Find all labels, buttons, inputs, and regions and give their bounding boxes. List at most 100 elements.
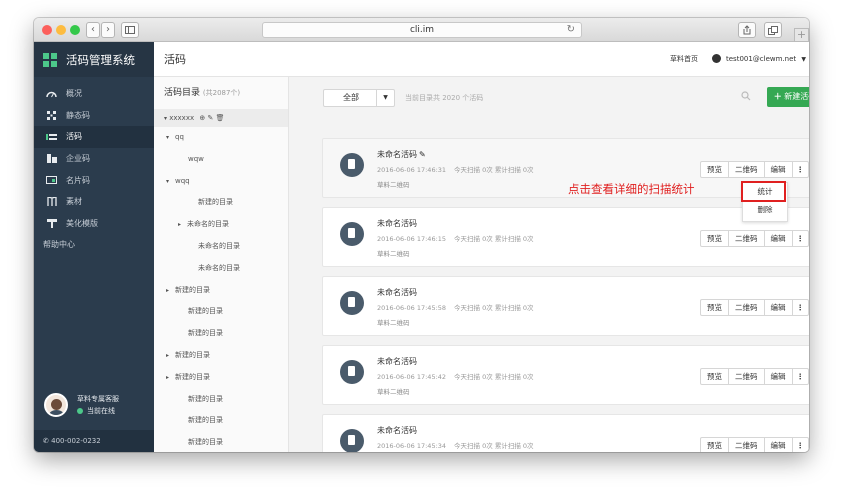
tabs-icon[interactable] — [764, 22, 782, 38]
caret-right-icon[interactable]: ▸ — [166, 352, 169, 359]
qrcode-button[interactable]: 二维码 — [729, 162, 765, 177]
minimize-window-button[interactable] — [56, 25, 66, 35]
directory-item[interactable]: ▸ 新建的目录 — [154, 345, 288, 367]
directory-item[interactable]: 新建的目录 — [154, 301, 288, 323]
preview-button[interactable]: 预览 — [701, 162, 729, 177]
caret-right-icon[interactable]: ▸ — [166, 374, 169, 381]
directory-item-label: 新建的目录 — [188, 416, 223, 425]
card-name: 未命名活码 — [377, 150, 417, 159]
forward-icon[interactable]: › — [101, 22, 115, 38]
online-status-icon — [77, 408, 83, 414]
code-card[interactable]: 未命名活码 2016-06-06 17:45:58 今天扫描 0次 累计扫描 0次草… — [322, 276, 809, 336]
reload-icon[interactable]: ↻ — [567, 23, 575, 37]
preview-button[interactable]: 预览 — [701, 438, 729, 452]
code-card[interactable]: 未命名活码 2016-06-06 17:45:42 今天扫描 0次 累计扫描 0次草… — [322, 345, 809, 405]
sidebar-item-label: 美化模版 — [66, 218, 98, 228]
qrcode-button[interactable]: 二维码 — [729, 438, 765, 452]
pencil-icon[interactable]: ✎ — [419, 150, 426, 159]
edit-button[interactable]: 编辑 — [765, 231, 793, 246]
code-card[interactable]: 未命名活码 ✎ 2016-06-06 17:46:31 今天扫描 0次 累计扫描 0次… — [322, 138, 809, 198]
document-icon — [340, 291, 364, 315]
directory-item-label: wqq — [175, 176, 190, 185]
caret-right-icon[interactable]: ▸ — [166, 287, 169, 294]
new-tab-button[interactable]: + — [794, 28, 809, 42]
directory-item[interactable]: ▸ 新建的目录 — [154, 367, 288, 389]
trash-icon[interactable]: 🗑 — [216, 114, 225, 122]
sidebar-item-static-code[interactable]: 静态码 — [34, 105, 154, 127]
edit-button[interactable]: 编辑 — [765, 438, 793, 452]
card-source: 草料二维码 — [377, 181, 410, 189]
code-card[interactable]: 未命名活码 2016-06-06 17:46:15 今天扫描 0次 累计扫描 0次草… — [322, 207, 809, 267]
qrcode-button[interactable]: 二维码 — [729, 231, 765, 246]
address-bar[interactable]: cli.im ↻ — [262, 22, 582, 38]
sidebar-icon[interactable] — [121, 22, 139, 38]
directory-item[interactable]: ▾ wqq — [154, 171, 288, 193]
edit-icon[interactable]: ✎ — [207, 114, 213, 122]
directory-item[interactable]: 新建的目录 — [154, 389, 288, 411]
directory-item-label: qq — [175, 133, 184, 141]
directory-item-label: 新建的目录 — [188, 307, 223, 316]
directory-root[interactable]: ▾ xxxxxx ⊕ ✎ 🗑 — [154, 109, 288, 127]
directory-item-label: 新建的目录 — [188, 438, 223, 447]
top-header: 活码 草料首页 test001@clewm.net ▼ — [154, 42, 809, 77]
directory-item[interactable]: 新建的目录 — [154, 432, 288, 452]
directory-item[interactable]: ▾ qq — [154, 127, 288, 149]
new-code-button[interactable]: ＋ 新建活码 — [767, 87, 809, 107]
delete-menu-item[interactable]: 删除 — [743, 201, 787, 219]
caret-down-icon[interactable]: ▾ — [166, 134, 169, 141]
caret-down-icon[interactable]: ▾ — [166, 178, 169, 185]
filter-value: 全部 — [343, 93, 359, 102]
caret-right-icon[interactable]: ▸ — [178, 221, 181, 228]
sidebar-item-overview[interactable]: 概况 — [34, 83, 154, 105]
card-meta: 2016-06-06 17:46:15 今天扫描 0次 累计扫描 0次 — [377, 233, 534, 243]
sidebar-item-help[interactable]: 帮助中心 — [34, 234, 154, 256]
new-code-label: 新建活码 — [784, 92, 809, 101]
sidebar-item-dynamic-code[interactable]: 活码 — [34, 126, 154, 148]
more-icon[interactable]: ⋮ — [793, 369, 809, 384]
preview-button[interactable]: 预览 — [701, 369, 729, 384]
code-card[interactable]: 未命名活码2016-06-06 17:45:34今天扫描 0次 累计扫描 0次草… — [322, 414, 809, 452]
more-icon[interactable]: ⋮ — [793, 300, 809, 315]
qrcode-button[interactable]: 二维码 — [729, 300, 765, 315]
zoom-window-button[interactable] — [70, 25, 80, 35]
gauge-icon — [46, 89, 57, 98]
sidebar-item-material[interactable]: 素材 — [34, 191, 154, 213]
home-link[interactable]: 草料首页 — [670, 42, 698, 77]
directory-item[interactable]: 未命名的目录 — [154, 236, 288, 258]
directory-item[interactable]: 未命名的目录 — [154, 258, 288, 280]
phone-bar: ✆ 400-002-0232 — [34, 430, 154, 452]
directory-item[interactable]: ▸ 未命名的目录 — [154, 214, 288, 236]
directory-item[interactable]: wqw — [154, 149, 288, 171]
directory-item[interactable]: 新建的目录 — [154, 323, 288, 345]
sidebar-item-business-card[interactable]: 名片码 — [34, 169, 154, 191]
directory-item[interactable]: 新建的目录 — [154, 192, 288, 214]
directory-item-label: 未命名的目录 — [198, 263, 240, 272]
sidebar-item-enterprise[interactable]: 企业码 — [34, 148, 154, 170]
edit-button[interactable]: 编辑 — [765, 162, 793, 177]
edit-button[interactable]: 编辑 — [765, 369, 793, 384]
edit-button[interactable]: 编辑 — [765, 300, 793, 315]
user-menu[interactable]: test001@clewm.net ▼ — [712, 42, 806, 77]
more-icon[interactable]: ⋮ — [793, 231, 809, 246]
close-window-button[interactable] — [42, 25, 52, 35]
card-meta: 2016-06-06 17:45:42 今天扫描 0次 累计扫描 0次 — [377, 371, 534, 381]
card-stats: 今天扫描 0次 累计扫描 0次 — [454, 373, 534, 381]
directory-item[interactable]: ▸ 新建的目录 — [154, 280, 288, 302]
back-icon[interactable]: ‹ — [86, 22, 100, 38]
search-icon[interactable] — [741, 91, 751, 101]
user-icon — [712, 54, 721, 63]
sidebar-item-label: 活码 — [66, 132, 82, 142]
sidebar-item-template[interactable]: 美化模版 — [34, 213, 154, 235]
preview-button[interactable]: 预览 — [701, 300, 729, 315]
card-icon — [46, 176, 57, 185]
filter-select[interactable]: 全部 ▼ — [323, 89, 395, 107]
more-icon[interactable]: ⋮ — [793, 438, 809, 452]
directory-item[interactable]: 新建的目录 — [154, 410, 288, 432]
support-contact[interactable]: 草料专属客服 当前在线 — [34, 380, 154, 430]
preview-button[interactable]: 预览 — [701, 231, 729, 246]
share-icon[interactable] — [738, 22, 756, 38]
qrcode-button[interactable]: 二维码 — [729, 369, 765, 384]
more-icon[interactable]: ⋮ — [793, 162, 809, 177]
add-folder-icon[interactable]: ⊕ — [199, 114, 205, 122]
sidebar: 活码管理系统 概况 静态码 活码 企业码 名片码 素材 美化模版 帮助中心 草料… — [34, 42, 154, 452]
